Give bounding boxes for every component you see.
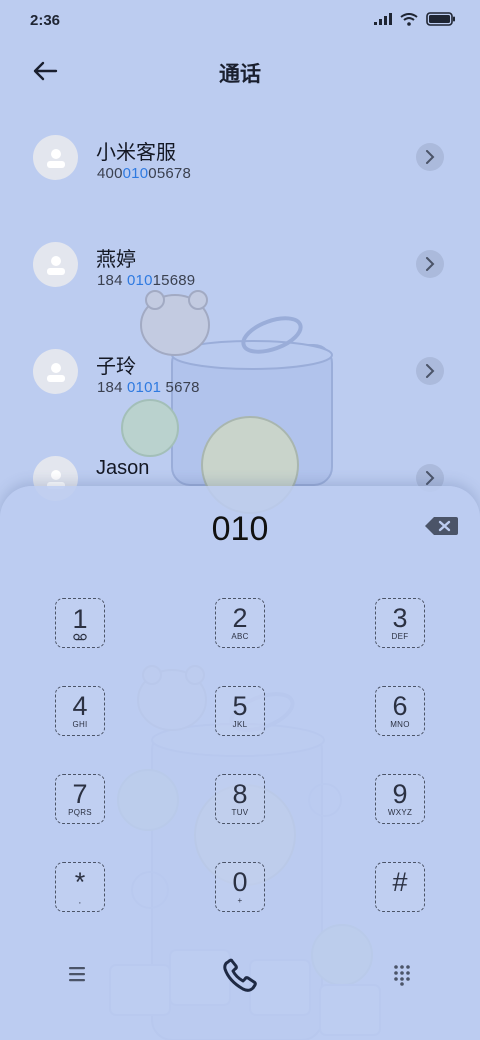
contact-number: 184 0101 5678 [97,379,200,396]
key-digit: 1 [72,604,88,634]
avatar [33,135,78,180]
person-icon [46,255,65,275]
contact-name: 小米客服 [96,142,176,164]
key-3[interactable]: 3 DEF [375,598,425,648]
key-star[interactable]: * , [55,862,105,912]
key-4[interactable]: 4 GHI [55,686,105,736]
chevron-right-icon [426,471,435,485]
contact-detail-button[interactable] [416,143,444,171]
keypad-toggle-button[interactable] [390,962,414,986]
contact-detail-button[interactable] [416,250,444,278]
key-letters: WXYZ [387,808,413,817]
battery-icon [426,12,455,26]
contact-name: Jason [96,457,150,479]
key-digit: 3 [392,603,408,633]
key-digit: 6 [392,691,408,721]
key-digit: 0 [232,867,248,897]
page-title: 通话 [219,63,261,86]
phone-icon [223,958,257,992]
contact-row[interactable]: 燕婷 184 01015689 [0,227,480,334]
key-digit: 9 [392,779,408,809]
key-letters: TUV [231,808,249,817]
key-letters: DEF [391,632,409,641]
status-time: 2:36 [30,12,61,29]
contact-number: 184 01015689 [97,272,196,289]
dialpad-icon [394,965,410,986]
key-hash[interactable]: # [375,862,425,912]
key-digit: 2 [232,603,248,633]
chevron-right-icon [426,150,435,164]
key-digit: # [392,867,408,897]
call-button[interactable] [218,956,264,996]
key-digit: 4 [72,691,88,721]
key-letters: PQRS [68,808,92,817]
key-0[interactable]: 0 + [215,862,265,912]
key-letters: + [237,896,243,905]
dialer-panel: 010 1 2 ABC 3 DEF 4 GHI 5 JKL 6 MNO 7 PQ… [0,486,480,1040]
chevron-right-icon [426,257,435,271]
status-bar: 2:36 [0,0,480,42]
key-1[interactable]: 1 [55,598,105,648]
status-icons [374,12,456,26]
header: 通话 [0,50,480,92]
chevron-right-icon [426,364,435,378]
menu-button[interactable] [66,964,90,984]
avatar [33,242,78,287]
menu-icon [69,967,85,982]
key-9[interactable]: 9 WXYZ [375,774,425,824]
dial-input[interactable]: 010 [0,510,480,549]
person-icon [46,148,65,168]
key-digit: * [74,867,86,897]
key-letters: GHI [72,720,88,729]
wifi-icon [400,12,418,26]
backspace-icon [425,517,458,535]
key-6[interactable]: 6 MNO [375,686,425,736]
backspace-button[interactable] [420,514,462,538]
contact-row[interactable]: 子玲 184 0101 5678 [0,334,480,441]
contact-name: 燕婷 [96,249,136,271]
key-letters: JKL [232,720,248,729]
key-letters: MNO [390,720,410,729]
key-5[interactable]: 5 JKL [215,686,265,736]
person-icon [46,362,65,382]
key-letters: ABC [231,632,249,641]
contact-name: 子玲 [96,356,136,378]
key-digit: 8 [232,779,248,809]
contact-number: 40001005678 [97,165,191,182]
key-2[interactable]: 2 ABC [215,598,265,648]
signal-icon [374,13,392,25]
key-letters: , [78,896,82,905]
key-digit: 5 [232,691,248,721]
key-digit: 7 [72,779,88,809]
key-7[interactable]: 7 PQRS [55,774,105,824]
key-8[interactable]: 8 TUV [215,774,265,824]
avatar [33,349,78,394]
contact-row[interactable]: 小米客服 40001005678 [0,120,480,227]
voicemail-icon [73,633,87,641]
contact-detail-button[interactable] [416,357,444,385]
contact-list: 小米客服 40001005678 燕婷 184 01015689 子玲 184 … [0,120,480,548]
